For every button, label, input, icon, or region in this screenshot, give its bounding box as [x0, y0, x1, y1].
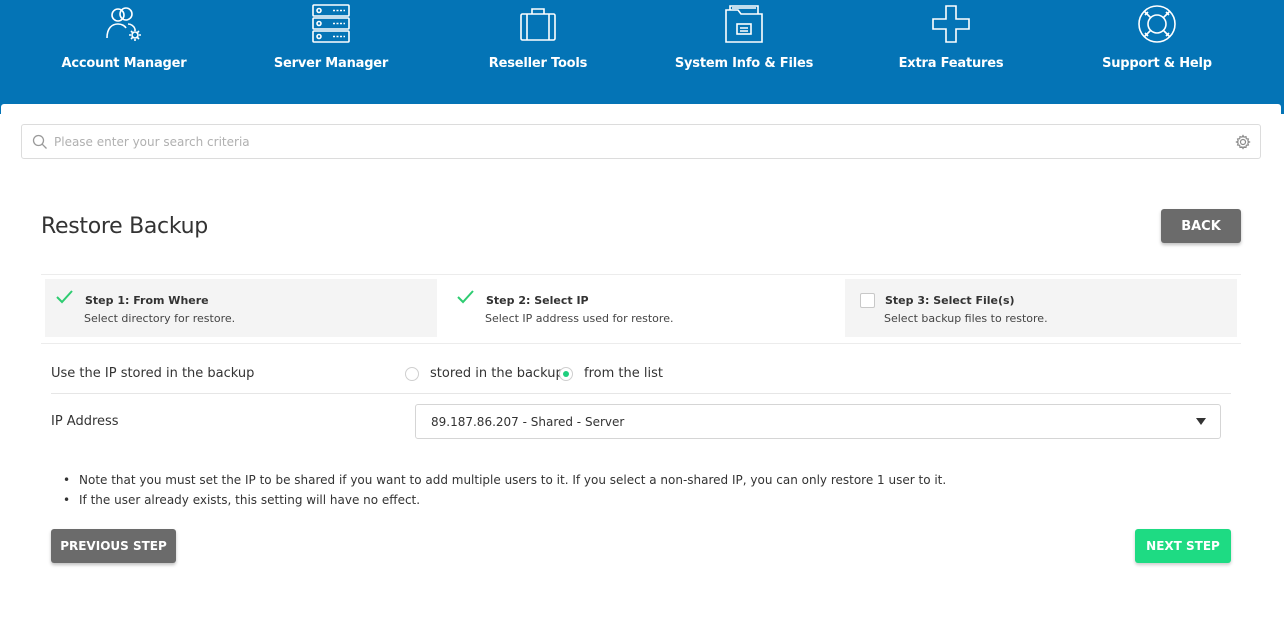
ip-address-select[interactable]: 89.187.86.207 - Shared - Server: [415, 404, 1221, 439]
nav-label: System Info & Files: [674, 56, 814, 71]
next-step-button[interactable]: NEXT STEP: [1135, 529, 1231, 563]
step-title: Step 2: Select IP: [486, 294, 589, 307]
step-description: Select backup files to restore.: [884, 312, 1048, 325]
nav-label: Extra Features: [898, 56, 1004, 71]
briefcase-icon: [520, 8, 556, 41]
top-navigation: Account Manager Server Manager Reseller …: [0, 0, 1284, 114]
step-select-files[interactable]: Step 3: Select File(s) Select backup fil…: [845, 279, 1237, 337]
nav-item-support-help[interactable]: Support & Help: [1077, 0, 1237, 100]
step-title: Step 1: From Where: [85, 294, 209, 307]
radio-button-selected[interactable]: [559, 367, 573, 381]
folder-icon: [725, 5, 763, 43]
main-panel: Restore Backup BACK Step 1: From Where S…: [1, 104, 1281, 624]
ip-address-label: IP Address: [51, 414, 119, 429]
nav-item-server-manager[interactable]: Server Manager: [251, 0, 411, 100]
nav-label: Server Manager: [273, 56, 389, 71]
back-button[interactable]: BACK: [1161, 209, 1241, 243]
nav-label: Account Manager: [61, 56, 187, 71]
checkmark-icon: [56, 290, 73, 304]
checkmark-icon: [457, 290, 474, 304]
note-item: If the user already exists, this setting…: [63, 490, 1213, 510]
radio-label: from the list: [584, 366, 663, 381]
select-value: 89.187.86.207 - Shared - Server: [431, 415, 625, 429]
radio-button[interactable]: [405, 367, 419, 381]
nav-label: Support & Help: [1102, 56, 1212, 71]
step-checkbox: [860, 293, 875, 308]
step-description: Select directory for restore.: [84, 312, 236, 325]
ip-address-row: IP Address 89.187.86.207 - Shared - Serv…: [51, 394, 1231, 448]
gear-icon[interactable]: [1235, 134, 1251, 150]
notes-list: Note that you must set the IP to be shar…: [63, 470, 1213, 510]
ip-source-row: Use the IP stored in the backup stored i…: [51, 350, 1231, 394]
page-title: Restore Backup: [41, 214, 208, 239]
step-title: Step 3: Select File(s): [885, 294, 1015, 307]
server-icon: [312, 4, 350, 43]
step-from-where[interactable]: Step 1: From Where Select directory for …: [45, 279, 437, 337]
nav-label: Reseller Tools: [488, 56, 588, 71]
plus-icon: [932, 5, 970, 43]
nav-item-system-info-files[interactable]: System Info & Files: [664, 0, 824, 100]
radio-label: stored in the backup: [430, 366, 564, 381]
ip-source-label: Use the IP stored in the backup: [51, 366, 255, 381]
search-bar: [21, 124, 1261, 159]
nav-item-account-manager[interactable]: Account Manager: [44, 0, 204, 100]
search-icon: [32, 134, 47, 149]
step-progress: Step 1: From Where Select directory for …: [41, 274, 1241, 344]
users-gear-icon: [106, 7, 141, 41]
nav-item-reseller-tools[interactable]: Reseller Tools: [458, 0, 618, 100]
previous-step-button[interactable]: PREVIOUS STEP: [51, 529, 176, 563]
lifebuoy-icon: [1138, 5, 1176, 43]
search-input[interactable]: [54, 131, 1214, 153]
step-select-ip[interactable]: Step 2: Select IP Select IP address used…: [446, 279, 838, 337]
caret-down-icon: [1196, 418, 1206, 425]
note-item: Note that you must set the IP to be shar…: [63, 470, 1213, 490]
step-description: Select IP address used for restore.: [485, 312, 674, 325]
nav-item-extra-features[interactable]: Extra Features: [871, 0, 1031, 100]
